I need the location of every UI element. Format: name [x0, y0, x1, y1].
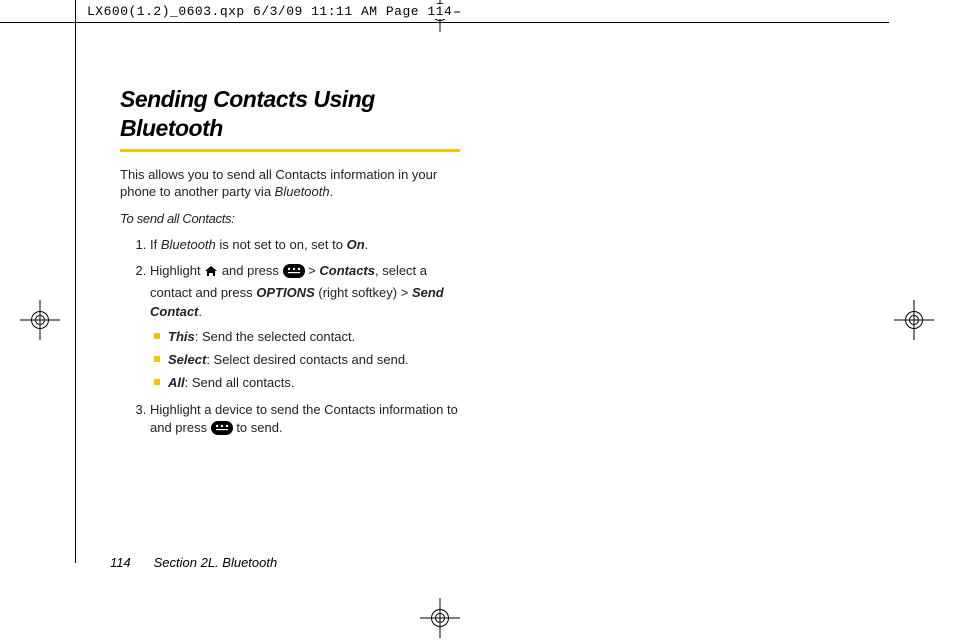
page-footer: 114 Section 2L. Bluetooth — [110, 555, 277, 570]
step2-bullets: This: Send the selected contact. Select:… — [150, 328, 470, 393]
section-label: Section 2L. Bluetooth — [154, 555, 278, 570]
step-2: Highlight and press > Contacts, select a… — [150, 262, 470, 392]
menu-key-icon — [211, 421, 233, 441]
crop-line-top — [0, 22, 889, 23]
registration-mark-left — [20, 300, 60, 340]
document-header: LX600(1.2)_0603.qxp 6/3/09 11:11 AM Page… — [85, 4, 454, 19]
registration-mark-bottom — [420, 598, 460, 638]
title-underline — [120, 149, 460, 152]
bullet-all: All: Send all contacts. — [154, 374, 470, 393]
crop-line-left — [75, 0, 76, 563]
procedure-subhead: To send all Contacts: — [120, 211, 470, 226]
step1-bluetooth: Bluetooth — [161, 237, 216, 252]
step1-on: On — [347, 237, 365, 252]
page-number: 114 — [110, 555, 150, 570]
registration-mark-right — [894, 300, 934, 340]
step-1: If Bluetooth is not set to on, set to On… — [150, 236, 470, 255]
steps-list: If Bluetooth is not set to on, set to On… — [120, 236, 470, 442]
intro-paragraph: This allows you to send all Contacts inf… — [120, 166, 470, 201]
bullet-select: Select: Select desired contacts and send… — [154, 351, 470, 370]
intro-bluetooth-word: Bluetooth — [275, 184, 330, 199]
bullet-this: This: Send the selected contact. — [154, 328, 470, 347]
step2-contacts: Contacts — [319, 263, 375, 278]
home-icon — [204, 264, 218, 283]
step2-options: OPTIONS — [256, 285, 315, 300]
page-content: Sending Contacts Using Bluetooth This al… — [120, 85, 470, 449]
step-3: Highlight a device to send the Contacts … — [150, 401, 470, 442]
intro-text-suffix: . — [330, 184, 334, 199]
menu-key-icon — [283, 264, 305, 284]
page-title: Sending Contacts Using Bluetooth — [120, 85, 470, 143]
